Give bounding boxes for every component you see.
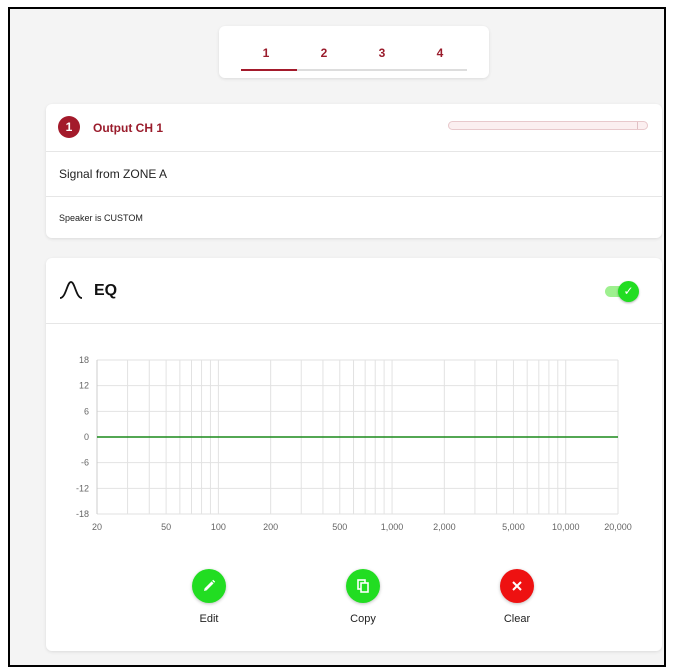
eq-card: EQ ✓ 18 12 6 0 -6 -12 -18 20 50 100 200 500 1,000 2,0… <box>46 258 662 651</box>
y-tick-label: -18 <box>76 509 89 519</box>
pencil-icon <box>192 569 226 603</box>
clear-button[interactable]: Clear <box>477 569 557 625</box>
y-tick-label: 12 <box>79 381 89 391</box>
eq-response-chart: 18 12 6 0 -6 -12 -1820 50 100 200 500 1,000 2,000 5,0… <box>76 355 632 532</box>
eq-header: EQ ✓ <box>46 258 662 324</box>
eq-title: EQ <box>94 282 118 299</box>
close-icon <box>500 569 534 603</box>
y-tick-label: 6 <box>84 406 89 416</box>
output-number-badge: 1 <box>58 116 80 138</box>
speaker-type-text: Speaker is CUSTOM <box>59 213 143 223</box>
tab-active-indicator <box>241 69 297 71</box>
x-tick-label: 5,000 <box>502 522 525 532</box>
x-tick-label: 20,000 <box>604 522 632 532</box>
edit-label: Edit <box>199 613 219 625</box>
tab-1[interactable]: 1 <box>256 46 276 60</box>
x-tick-label: 2,000 <box>433 522 456 532</box>
output-header-row: 1 Output CH 1 <box>46 104 662 152</box>
edit-button[interactable]: Edit <box>169 569 249 625</box>
check-icon: ✓ <box>618 281 639 302</box>
copy-button[interactable]: Copy <box>323 569 403 625</box>
output-level-meter <box>448 121 648 130</box>
signal-row[interactable]: Signal from ZONE A <box>46 152 662 197</box>
speaker-row[interactable]: Speaker is CUSTOM <box>46 197 662 238</box>
output-title: Output CH 1 <box>93 121 163 135</box>
x-tick-label: 100 <box>211 522 226 532</box>
x-tick-label: 200 <box>263 522 278 532</box>
y-tick-label: 0 <box>84 432 89 442</box>
clear-label: Clear <box>503 613 531 625</box>
tab-2[interactable]: 2 <box>314 46 334 60</box>
eq-enable-toggle[interactable]: ✓ <box>605 281 640 302</box>
bell-curve-icon <box>59 281 83 299</box>
x-tick-label: 20 <box>92 522 102 532</box>
tab-track <box>241 69 467 71</box>
y-tick-label: -12 <box>76 483 89 493</box>
x-tick-label: 500 <box>332 522 347 532</box>
level-meter-tick <box>637 122 638 129</box>
x-tick-label: 1,000 <box>381 522 404 532</box>
output-card: 1 Output CH 1 Signal from ZONE A Speaker… <box>46 104 662 238</box>
app-frame: 1 2 3 4 1 Output CH 1 Signal from ZONE A… <box>8 7 666 667</box>
tab-3[interactable]: 3 <box>372 46 392 60</box>
output-tabs: 1 2 3 4 <box>219 26 489 78</box>
x-tick-label: 50 <box>161 522 171 532</box>
tab-4[interactable]: 4 <box>430 46 450 60</box>
y-tick-label: -6 <box>81 458 89 468</box>
copy-label: Copy <box>350 613 376 625</box>
copy-icon <box>346 569 380 603</box>
x-tick-label: 10,000 <box>552 522 580 532</box>
y-tick-label: 18 <box>79 355 89 365</box>
signal-source-text: Signal from ZONE A <box>59 167 168 181</box>
